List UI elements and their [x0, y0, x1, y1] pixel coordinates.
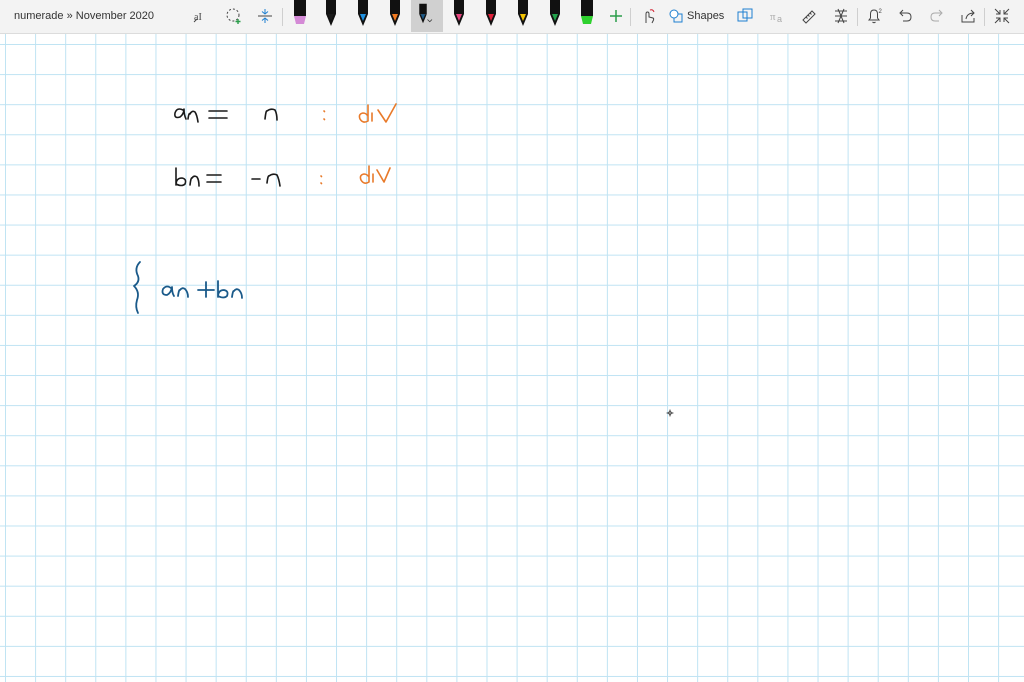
ink-colon-2: [320, 175, 323, 185]
add-pen-icon[interactable]: [604, 5, 628, 27]
ink-stroke-bn-equals-minus-n: [175, 167, 281, 187]
shapes-button[interactable]: Shapes: [668, 5, 724, 27]
pen-black-pen-icon[interactable]: [319, 0, 343, 30]
redo-icon[interactable]: [925, 5, 949, 27]
toolbar: numerade » November 2020 aI Shapes πa 2: [0, 0, 1024, 34]
ink-layer: [133, 103, 674, 417]
notifications-icon[interactable]: 2: [862, 5, 886, 27]
pen-orange-pen-icon[interactable]: [383, 0, 407, 30]
breadcrumb[interactable]: numerade » November 2020: [14, 10, 154, 22]
grid-canvas[interactable]: [0, 34, 1024, 682]
toolbar-separator: [282, 8, 283, 26]
share-icon[interactable]: [957, 5, 981, 27]
toolbar-separator: [857, 8, 858, 26]
pen-blue-pen-icon[interactable]: [351, 0, 375, 30]
ink-div-1: [358, 103, 397, 123]
pen-pink-pen-icon[interactable]: [447, 0, 471, 30]
ink-to-math-icon[interactable]: πa: [765, 5, 789, 27]
notification-count: 2: [879, 9, 883, 15]
pen-darkblue-pen-icon[interactable]: [411, 0, 443, 32]
svg-text:a: a: [777, 14, 782, 24]
pen-green-pen-icon[interactable]: [543, 0, 567, 30]
cursor-crosshair-icon: [666, 409, 674, 417]
shapes-icon: [669, 9, 683, 23]
ink-stroke-an-plus-bn: [133, 261, 243, 314]
pen-red-pen-icon[interactable]: [479, 0, 503, 30]
lasso-text-icon[interactable]: aI: [190, 5, 214, 27]
toolbar-separator: [630, 8, 631, 26]
ink-to-shape-icon[interactable]: [733, 5, 757, 27]
ink-colon-1: [323, 110, 326, 121]
ruler-icon[interactable]: [797, 5, 821, 27]
insert-space-icon[interactable]: [253, 5, 277, 27]
highlighter-pink-pen-icon[interactable]: [288, 0, 312, 30]
toolbar-separator: [984, 8, 985, 26]
lasso-select-icon[interactable]: [222, 5, 246, 27]
pen-yellow-pen-icon[interactable]: [511, 0, 535, 30]
shapes-label: Shapes: [687, 10, 725, 22]
ink-div-2: [359, 165, 391, 184]
replay-icon[interactable]: [829, 5, 853, 27]
highlighter-green-pen-icon[interactable]: [575, 0, 599, 30]
touch-writing-icon[interactable]: [636, 5, 660, 27]
ink-stroke-an-equals-n: [174, 108, 278, 123]
svg-text:π: π: [770, 11, 776, 23]
fullscreen-icon[interactable]: [990, 5, 1014, 27]
undo-icon[interactable]: [893, 5, 917, 27]
